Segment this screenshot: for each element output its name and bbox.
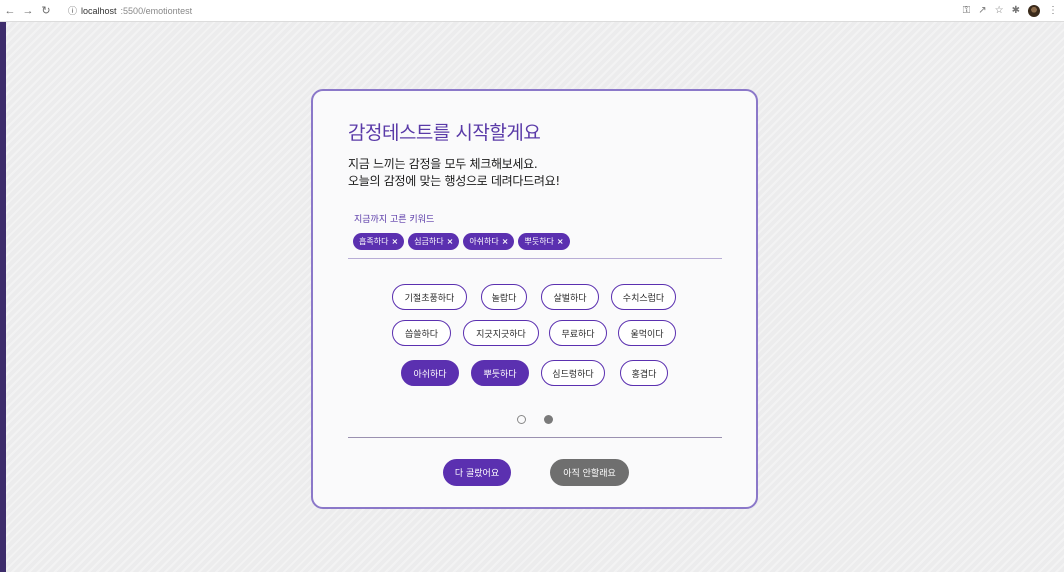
emotion-option-selected[interactable]: 아쉬하다	[401, 360, 459, 386]
keywords-label: 지금까지 고른 키워드	[354, 215, 435, 225]
emotion-option-label: 지긋지긋하다	[476, 329, 526, 340]
selected-keyword-list: 흡족하다 × 심금하다 × 아쉬하다 × 뿌듯하다 ×	[353, 233, 570, 250]
emotion-option-label: 기절초풍하다	[404, 293, 455, 304]
emotion-option[interactable]: 무료하다	[549, 320, 607, 346]
keyword-chip[interactable]: 아쉬하다 ×	[463, 233, 515, 250]
subtitle-line-2: 오늘의 감정에 맞는 행성으로 데려다드려요!	[348, 174, 560, 188]
remove-icon[interactable]: ×	[557, 237, 564, 246]
emotion-option-label: 울먹이다	[630, 329, 664, 340]
pagination-dot[interactable]	[517, 415, 526, 424]
keyword-chip[interactable]: 뿌듯하다 ×	[518, 233, 570, 250]
keyword-chip-label: 아쉬하다	[469, 237, 499, 246]
emotion-option[interactable]: 놀랍다	[481, 284, 527, 310]
emotion-option[interactable]: 지긋지긋하다	[463, 320, 539, 346]
emotion-option[interactable]: 심드렁하다	[541, 360, 605, 386]
keyword-chip[interactable]: 심금하다 ×	[408, 233, 460, 250]
remove-icon[interactable]: ×	[502, 237, 509, 246]
keyword-chip-label: 심금하다	[414, 237, 444, 246]
key-icon[interactable]: ⚿	[963, 5, 971, 16]
subtitle: 지금 느끼는 감정을 모두 체크해보세요. 오늘의 감정에 맞는 행성으로 데려…	[348, 156, 560, 190]
emotion-option[interactable]: 기절초풍하다	[392, 284, 467, 310]
share-icon[interactable]: ↗	[978, 5, 986, 16]
keyword-chip[interactable]: 흡족하다 ×	[353, 233, 405, 250]
remove-icon[interactable]: ×	[447, 237, 454, 246]
menu-icon[interactable]: ⋮	[1048, 5, 1058, 16]
pagination-dot-active[interactable]	[544, 415, 553, 424]
profile-avatar[interactable]	[1028, 4, 1040, 17]
url-path: :5500/emotiontest	[120, 5, 193, 16]
back-icon[interactable]: ←	[2, 3, 18, 19]
done-button[interactable]: 다 골랐어요	[443, 459, 511, 486]
url-host: localhost	[81, 5, 117, 16]
info-icon[interactable]: ⓘ	[68, 4, 77, 17]
emotion-option[interactable]: 울먹이다	[618, 320, 676, 346]
emotion-option-label: 수치스럽다	[622, 293, 665, 304]
emotion-option[interactable]: 수치스럽다	[611, 284, 676, 310]
emotion-option-label: 뿌듯하다	[483, 369, 517, 380]
keyword-chip-label: 뿌듯하다	[524, 237, 554, 246]
emotion-option-label: 아쉬하다	[413, 369, 447, 380]
emotion-test-card: 감정테스트를 시작할게요 지금 느끼는 감정을 모두 체크해보세요. 오늘의 감…	[311, 89, 758, 509]
emotion-option[interactable]: 살벌하다	[541, 284, 599, 310]
not-yet-button[interactable]: 아직 안할래요	[550, 459, 629, 486]
emotion-option-selected[interactable]: 뿌듯하다	[471, 360, 529, 386]
divider-bottom	[348, 437, 722, 438]
emotion-option-label: 심드렁하다	[552, 369, 594, 380]
remove-icon[interactable]: ×	[391, 237, 398, 246]
emotion-option[interactable]: 씁쓸하다	[392, 320, 451, 346]
star-icon[interactable]: ☆	[995, 5, 1004, 16]
emotion-option-label: 씁쓸하다	[404, 329, 439, 340]
address-bar[interactable]: ⓘ localhost:5500/emotiontest	[62, 3, 198, 19]
forward-icon[interactable]: →	[20, 3, 36, 19]
emotion-option-label: 놀랍다	[491, 293, 517, 304]
reload-icon[interactable]: ↻	[38, 3, 54, 19]
browser-toolbar: ← → ↻ ⓘ localhost:5500/emotiontest ⚿ ↗ ☆…	[0, 0, 1064, 22]
divider-top	[348, 258, 722, 259]
page-title: 감정테스트를 시작할게요	[348, 122, 541, 144]
extensions-icon[interactable]: ✱	[1012, 5, 1020, 16]
emotion-option[interactable]: 홍겹다	[620, 360, 668, 386]
subtitle-line-1: 지금 느끼는 감정을 모두 체크해보세요.	[348, 157, 538, 171]
emotion-option-label: 홍겹다	[631, 369, 657, 380]
emotion-option-label: 무료하다	[561, 329, 595, 340]
emotion-option-label: 살벌하다	[553, 293, 587, 304]
keyword-chip-label: 흡족하다	[359, 237, 389, 246]
